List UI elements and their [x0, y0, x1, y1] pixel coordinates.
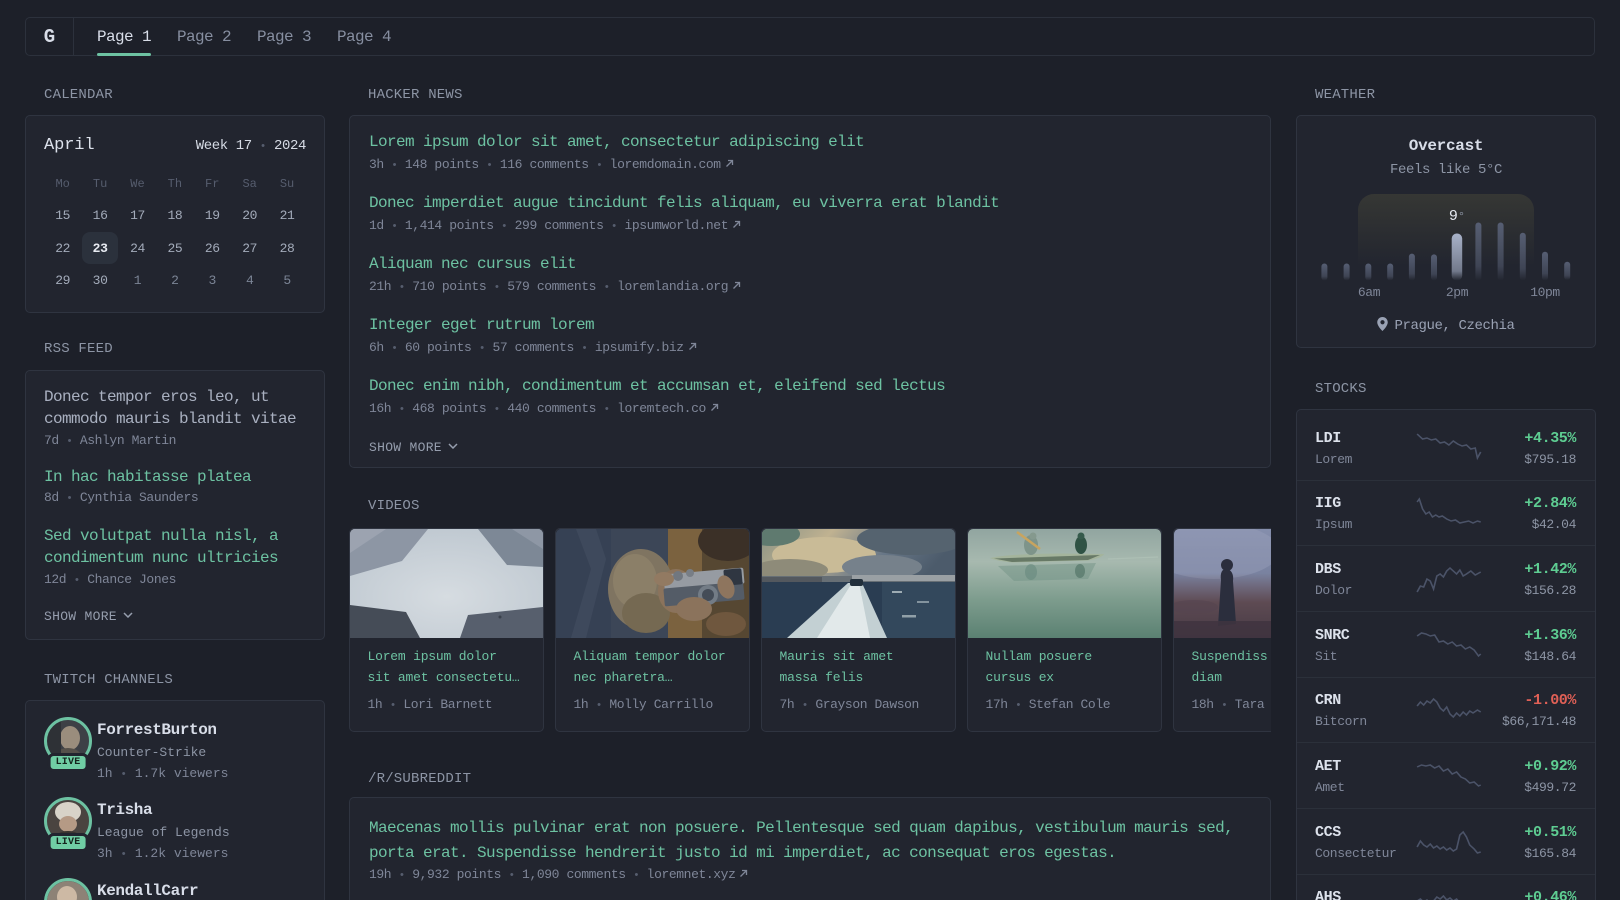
- svg-text:6am: 6am: [1358, 285, 1381, 300]
- svg-text:9°: 9°: [1449, 208, 1465, 225]
- svg-text:2pm: 2pm: [1446, 285, 1469, 300]
- svg-text:10pm: 10pm: [1530, 285, 1560, 300]
